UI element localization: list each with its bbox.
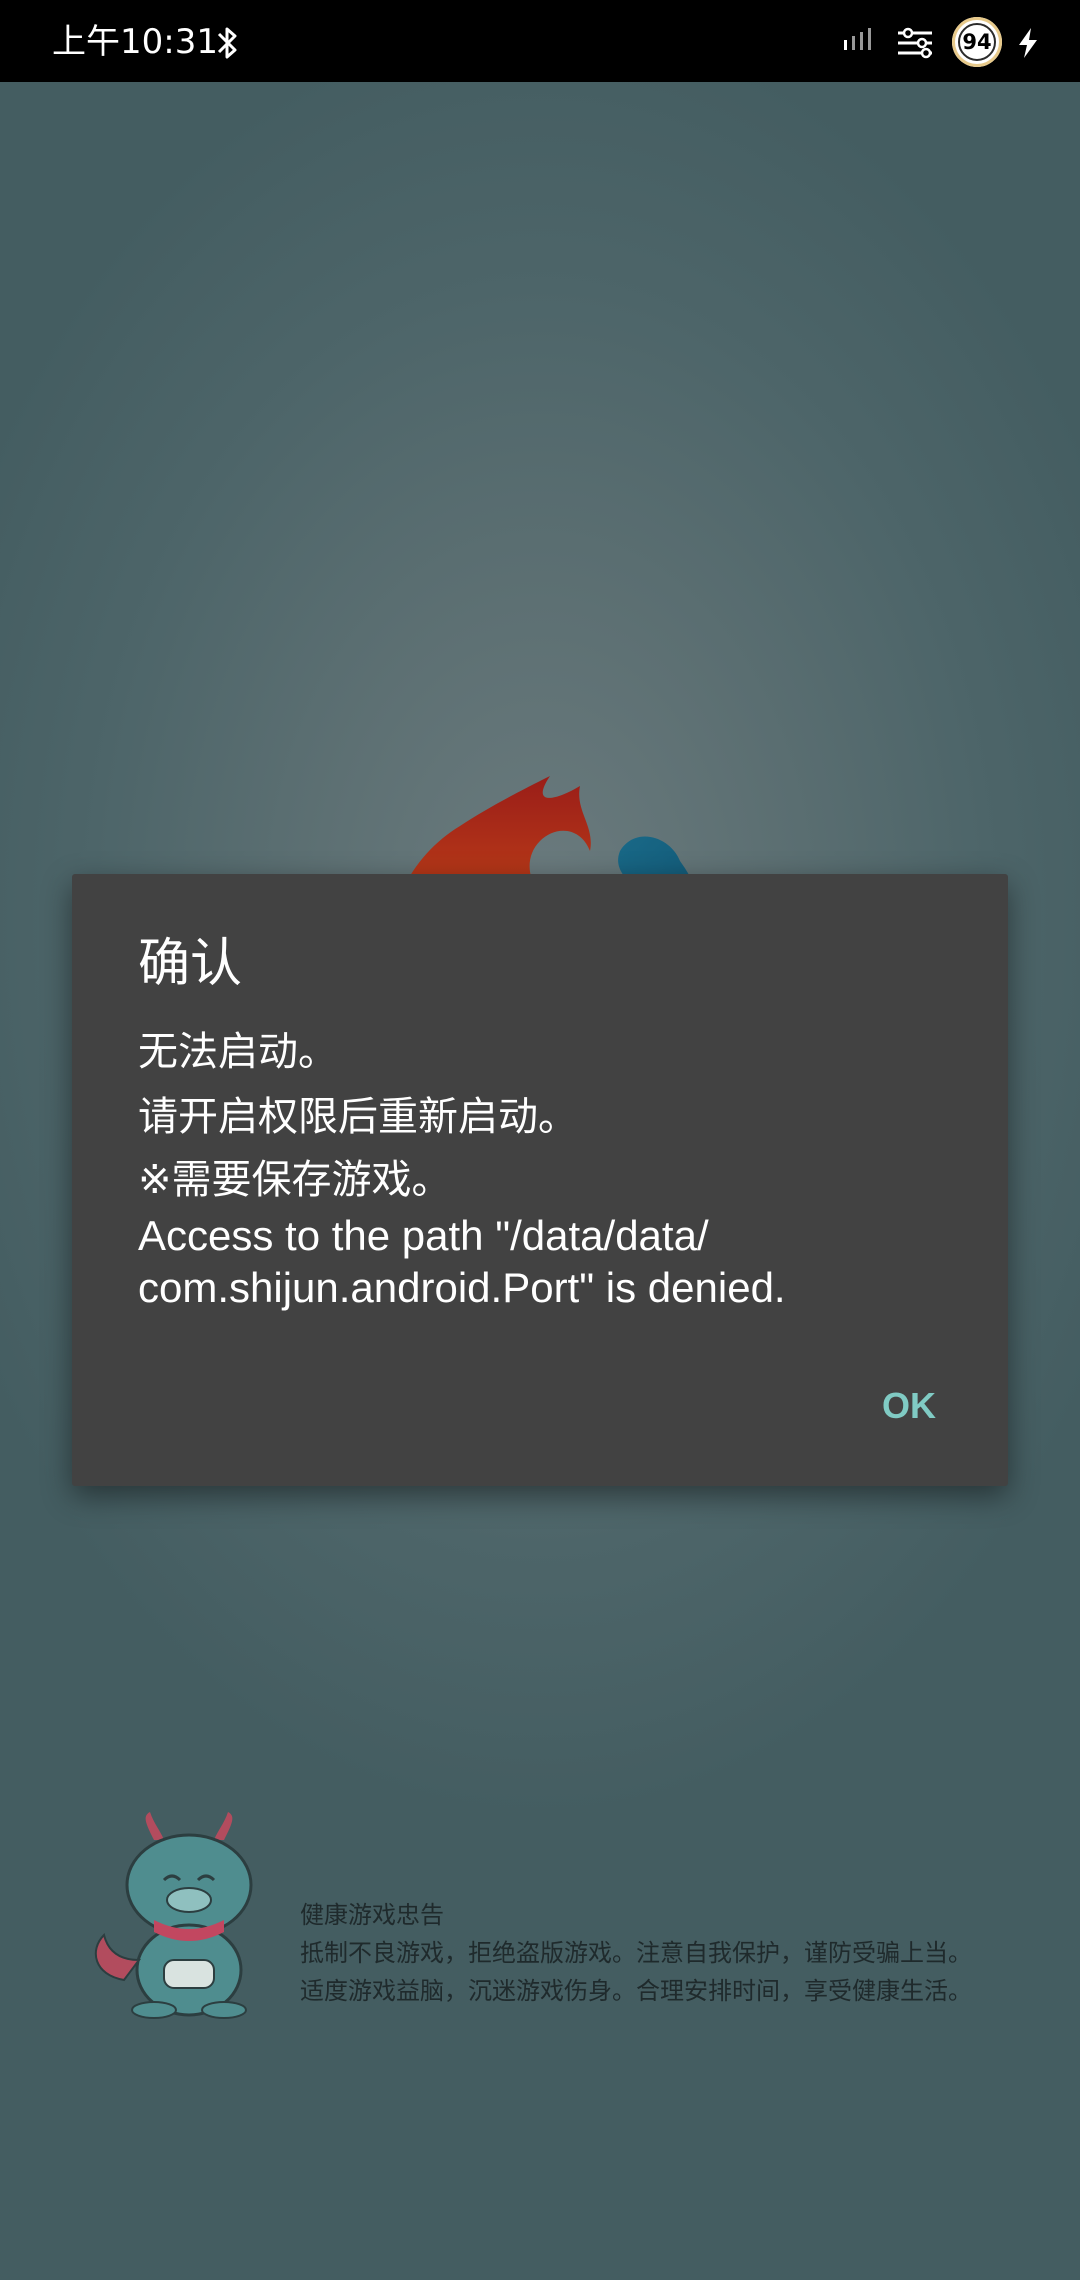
charging-icon xyxy=(1019,28,1037,58)
health-notice-line: 抵制不良游戏，拒绝盗版游戏。注意自我保护，谨防受骗上当。 xyxy=(300,1939,972,1967)
dialog-title: 确认 xyxy=(138,934,243,994)
health-notice-line: 适度游戏益脑，沉迷游戏伤身。合理安排时间，享受健康生活。 xyxy=(300,1977,972,2005)
dialog-message-line: 请开启权限后重新启动。 xyxy=(138,1094,578,1140)
bluetooth-icon xyxy=(217,27,237,59)
settings-sliders-icon xyxy=(898,27,932,59)
battery-level: 94 xyxy=(958,23,996,61)
health-notice: 健康游戏忠告 抵制不良游戏，拒绝盗版游戏。注意自我保护，谨防受骗上当。 适度游戏… xyxy=(300,1896,1020,2010)
health-notice-title: 健康游戏忠告 xyxy=(300,1901,444,1929)
dialog-error-line: Access to the path "/data/data/ xyxy=(138,1212,709,1259)
confirm-dialog: 确认 无法启动。 请开启权限后重新启动。 ※需要保存游戏。 Access to … xyxy=(72,874,1008,1486)
status-bar: 上午10:31 94 xyxy=(0,0,1080,82)
dialog-message-line: 无法启动。 xyxy=(138,1029,338,1075)
status-time: 上午10:31 xyxy=(52,22,218,62)
battery-icon: 94 xyxy=(952,17,1002,67)
ok-button[interactable]: OK xyxy=(876,1374,942,1438)
dragon-mascot-icon xyxy=(94,1812,253,2019)
dialog-message-line: ※需要保存游戏。 xyxy=(138,1157,452,1203)
signal-icon xyxy=(844,28,871,50)
dialog-message: 无法启动。 请开启权限后重新启动。 ※需要保存游戏。 Access to the… xyxy=(138,1020,958,1314)
dialog-error-line: com.shijun.android.Port" is denied. xyxy=(138,1264,786,1311)
